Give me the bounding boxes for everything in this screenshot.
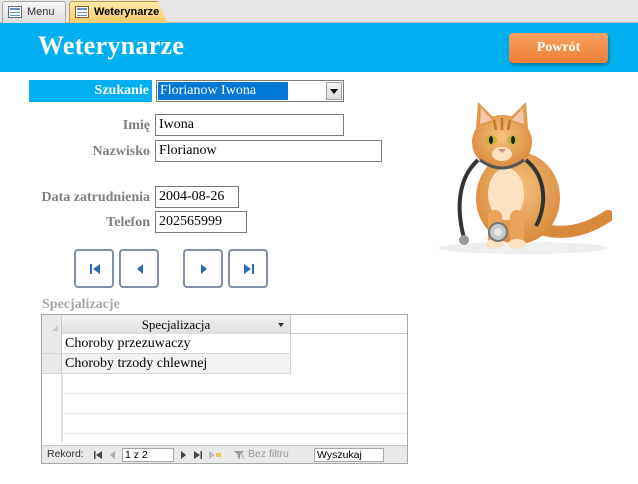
page-title: Weterynarze (38, 31, 185, 60)
table-cell[interactable]: Choroby przezuwaczy (62, 334, 291, 354)
filter-status[interactable]: Bez filtru (248, 446, 289, 464)
datasheet-header: Specjalizacja (42, 315, 407, 334)
record-label: Rekord: (47, 448, 84, 460)
last-name-label: Nazwisko (92, 144, 150, 159)
row-selector[interactable] (42, 334, 62, 354)
record-navigation-bar: Rekord: 1 z 2 Bez filtru Wyszukaj (42, 445, 407, 463)
current-record-field[interactable]: 1 z 2 (122, 448, 174, 462)
tab-menu-label: Menu (27, 6, 55, 18)
phone-label: Telefon (106, 215, 150, 230)
previous-record-icon (137, 264, 143, 274)
previous-record-button[interactable] (119, 249, 159, 288)
tab-menu[interactable]: Menu (2, 1, 66, 23)
search-combo-value[interactable]: Florianow Iwona (158, 82, 288, 100)
new-record-icon[interactable] (208, 450, 222, 460)
first-record-icon (90, 264, 100, 274)
specializations-datasheet: Specjalizacja Choroby przezuwaczy Chorob… (41, 314, 408, 464)
last-record-icon (244, 264, 254, 274)
next-record-icon[interactable] (178, 450, 188, 460)
last-record-button[interactable] (228, 249, 268, 288)
row-selector[interactable] (42, 354, 62, 374)
search-box[interactable]: Wyszukaj (314, 448, 384, 462)
last-name-field[interactable]: Florianow (155, 140, 382, 162)
filter-icon[interactable] (234, 450, 244, 460)
empty-row-selectors (42, 374, 62, 442)
table-cell[interactable]: Choroby trzody chlewnej (62, 354, 291, 374)
search-label: Szukanie (29, 80, 152, 102)
column-header-label: Specjalizacja (141, 317, 211, 332)
first-record-icon[interactable] (93, 450, 103, 460)
last-record-icon[interactable] (193, 450, 203, 460)
sort-filter-dropdown-icon[interactable] (278, 323, 284, 327)
chevron-down-icon[interactable] (326, 82, 342, 100)
specializations-label: Specjalizacje (42, 297, 120, 312)
column-header-specjalizacja[interactable]: Specjalizacja (62, 315, 291, 334)
first-record-button[interactable] (74, 249, 114, 288)
first-name-field[interactable]: Iwona (155, 114, 344, 136)
search-combo[interactable]: Florianow Iwona (156, 80, 344, 102)
document-tab-strip: Menu Weterynarze (0, 0, 638, 24)
table-row[interactable]: Choroby przezuwaczy (42, 334, 407, 354)
tab-weterynarze-label: Weterynarze (94, 6, 160, 18)
phone-field[interactable]: 202565999 (155, 211, 247, 233)
form-icon (8, 6, 22, 18)
first-name-label: Imię (122, 118, 150, 133)
form-icon (75, 6, 89, 18)
empty-rows-area (62, 374, 407, 442)
next-record-button[interactable] (183, 249, 223, 288)
tab-weterynarze[interactable]: Weterynarze (69, 1, 168, 24)
next-record-icon (201, 264, 207, 274)
hire-date-label: Data zatrudnienia (41, 190, 151, 205)
hire-date-field[interactable]: 2004-08-26 (155, 186, 239, 208)
select-all-button[interactable] (42, 315, 62, 334)
back-button[interactable]: Powrót (509, 33, 608, 63)
table-row[interactable]: Choroby trzody chlewnej (42, 354, 407, 374)
cat-with-stethoscope-image (438, 102, 612, 254)
previous-record-icon[interactable] (108, 450, 118, 460)
form-header: Weterynarze Powrót (0, 23, 638, 72)
